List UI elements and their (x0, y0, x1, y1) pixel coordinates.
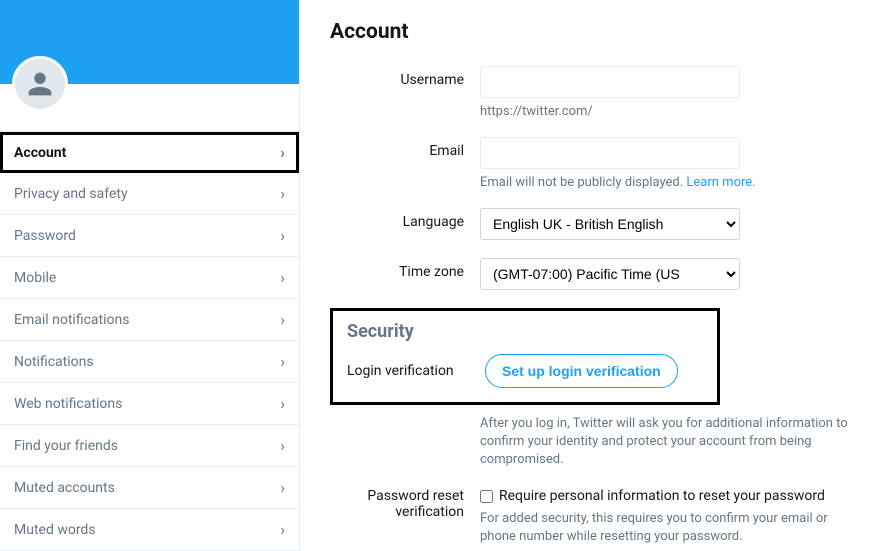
login-verification-row: Login verification Set up login verifica… (347, 354, 703, 388)
security-highlight-box: Security Login verification Set up login… (330, 308, 720, 405)
sidebar-item-label: Notifications (14, 354, 94, 370)
setup-login-verification-button[interactable]: Set up login verification (485, 354, 678, 388)
chevron-right-icon: › (280, 394, 285, 413)
username-helper: https://twitter.com/ (480, 104, 858, 119)
sidebar-item-mobile[interactable]: Mobile › (0, 257, 299, 299)
page-title: Account (330, 20, 858, 44)
sidebar-item-label: Account (14, 145, 66, 161)
password-reset-checkbox[interactable] (480, 490, 493, 503)
sidebar-item-muted-words[interactable]: Muted words › (0, 509, 299, 551)
sidebar-item-label: Web notifications (14, 396, 122, 412)
chevron-right-icon: › (280, 226, 285, 245)
sidebar-item-label: Find your friends (14, 438, 118, 454)
sidebar-item-privacy-safety[interactable]: Privacy and safety › (0, 173, 299, 215)
email-input[interactable] (480, 137, 740, 169)
timezone-row: Time zone (GMT-07:00) Pacific Time (US (330, 258, 858, 290)
username-label: Username (330, 66, 480, 88)
security-title: Security (347, 321, 703, 342)
chevron-right-icon: › (280, 352, 285, 371)
person-icon (23, 67, 57, 101)
chevron-right-icon: › (280, 478, 285, 497)
chevron-right-icon: › (280, 520, 285, 539)
avatar[interactable] (12, 56, 68, 112)
sidebar-item-notifications[interactable]: Notifications › (0, 341, 299, 383)
sidebar-item-password[interactable]: Password › (0, 215, 299, 257)
sidebar-item-label: Email notifications (14, 312, 129, 328)
sidebar-item-web-notifications[interactable]: Web notifications › (0, 383, 299, 425)
sidebar: Account › Privacy and safety › Password … (0, 0, 300, 551)
language-row: Language English UK - British English (330, 208, 858, 240)
sidebar-item-account[interactable]: Account › (0, 132, 299, 173)
language-select[interactable]: English UK - British English (480, 208, 740, 240)
chevron-right-icon: › (280, 436, 285, 455)
username-input[interactable] (480, 66, 740, 98)
email-label: Email (330, 137, 480, 159)
chevron-right-icon: › (280, 310, 285, 329)
learn-more-link[interactable]: Learn more (686, 175, 752, 190)
password-reset-row: Password reset verification Require pers… (330, 488, 858, 546)
chevron-right-icon: › (280, 184, 285, 203)
chevron-right-icon: › (280, 143, 285, 162)
sidebar-item-find-your-friends[interactable]: Find your friends › (0, 425, 299, 467)
email-helper: Email will not be publicly displayed. Le… (480, 175, 858, 190)
login-verification-helper: After you log in, Twitter will ask you f… (480, 415, 858, 470)
sidebar-item-label: Muted accounts (14, 480, 115, 496)
login-verification-label: Login verification (347, 363, 467, 379)
password-reset-helper: For added security, this requires you to… (480, 510, 858, 546)
sidebar-nav: Account › Privacy and safety › Password … (0, 132, 299, 551)
sidebar-item-label: Privacy and safety (14, 186, 128, 202)
sidebar-item-muted-accounts[interactable]: Muted accounts › (0, 467, 299, 509)
timezone-label: Time zone (330, 258, 480, 280)
profile-banner (0, 0, 299, 84)
username-row: Username https://twitter.com/ (330, 66, 858, 119)
timezone-select[interactable]: (GMT-07:00) Pacific Time (US (480, 258, 740, 290)
sidebar-item-label: Password (14, 228, 76, 244)
sidebar-item-email-notifications[interactable]: Email notifications › (0, 299, 299, 341)
email-helper-text: Email will not be publicly displayed. (480, 175, 686, 190)
password-reset-checkbox-label: Require personal information to reset yo… (499, 488, 825, 504)
chevron-right-icon: › (280, 268, 285, 287)
language-label: Language (330, 208, 480, 230)
sidebar-item-label: Mobile (14, 270, 56, 286)
sidebar-item-label: Muted words (14, 522, 96, 538)
email-row: Email Email will not be publicly display… (330, 137, 858, 190)
main-content: Account Username https://twitter.com/ Em… (300, 0, 888, 551)
password-reset-label: Password reset verification (330, 488, 480, 520)
